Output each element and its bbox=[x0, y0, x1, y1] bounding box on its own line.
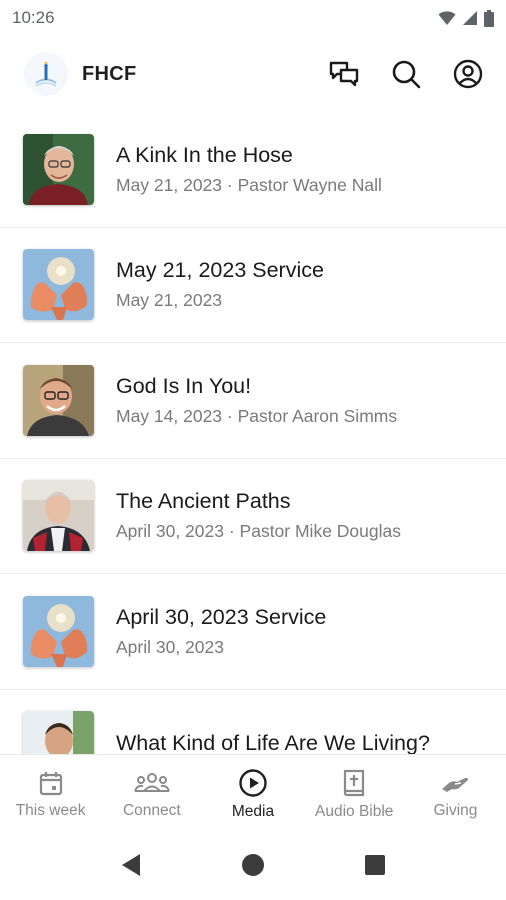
open-hands-light-photo bbox=[23, 249, 94, 321]
media-list-item[interactable]: April 30, 2023 Service April 30, 2023 bbox=[0, 574, 506, 690]
bible-icon bbox=[344, 769, 365, 797]
account-button[interactable] bbox=[448, 54, 488, 94]
battery-icon bbox=[484, 9, 494, 27]
account-circle-icon bbox=[453, 59, 483, 89]
signal-icon bbox=[463, 11, 477, 25]
item-title: April 30, 2023 Service bbox=[116, 604, 327, 629]
man-preaching-photo bbox=[23, 480, 94, 552]
media-list-item[interactable]: May 21, 2023 Service May 21, 2023 bbox=[0, 228, 506, 343]
status-time: 10:26 bbox=[12, 8, 55, 27]
sermon-thumbnail bbox=[23, 711, 94, 754]
nav-connect[interactable]: Connect bbox=[101, 755, 202, 834]
play-circle-icon bbox=[239, 769, 267, 797]
man-glasses-red-shirt-photo bbox=[23, 133, 94, 205]
sermon-thumbnail bbox=[23, 133, 94, 205]
system-recents-button[interactable] bbox=[364, 854, 386, 881]
status-bar: 10:26 bbox=[0, 0, 506, 36]
system-home-button[interactable] bbox=[241, 853, 265, 882]
nav-label: Media bbox=[231, 803, 275, 820]
recents-square-icon bbox=[365, 854, 386, 875]
wifi-icon bbox=[438, 11, 456, 25]
smiling-man-glasses-photo bbox=[23, 364, 94, 436]
media-list-item[interactable]: What Kind of Life Are We Living? bbox=[0, 690, 506, 754]
nav-label: Connect bbox=[122, 802, 181, 819]
media-list-item[interactable]: God Is In You! May 14, 2023 · Pastor Aar… bbox=[0, 343, 506, 459]
man-portrait-photo bbox=[23, 711, 94, 754]
media-list: A Kink In the Hose May 21, 2023 · Pastor… bbox=[0, 112, 506, 754]
nav-media[interactable]: Media bbox=[202, 755, 303, 834]
nav-giving[interactable]: Giving bbox=[405, 755, 506, 834]
sermon-thumbnail bbox=[23, 364, 94, 436]
nav-label: This week bbox=[15, 802, 86, 819]
item-subtitle: April 30, 2023 · Pastor Mike Douglas bbox=[116, 521, 401, 542]
calendar-icon bbox=[39, 772, 62, 796]
group-icon bbox=[133, 773, 170, 792]
giving-hand-icon bbox=[442, 777, 469, 792]
home-circle-icon bbox=[241, 853, 264, 876]
system-navigation-bar bbox=[0, 834, 506, 900]
nav-this-week[interactable]: This week bbox=[0, 755, 101, 834]
search-button[interactable] bbox=[386, 54, 426, 94]
sermon-thumbnail bbox=[23, 480, 94, 552]
chat-icon bbox=[329, 61, 359, 87]
back-triangle-icon bbox=[121, 853, 140, 876]
app-bar: FHCF bbox=[0, 36, 506, 112]
app-actions bbox=[324, 54, 488, 94]
chat-button[interactable] bbox=[324, 54, 364, 94]
media-list-item[interactable]: A Kink In the Hose May 21, 2023 · Pastor… bbox=[0, 112, 506, 228]
item-subtitle: May 14, 2023 · Pastor Aaron Simms bbox=[116, 405, 398, 426]
nav-audio-bible[interactable]: Audio Bible bbox=[304, 755, 405, 834]
item-title: May 21, 2023 Service bbox=[116, 258, 324, 283]
item-title: The Ancient Paths bbox=[116, 489, 291, 514]
media-list-item[interactable]: The Ancient Paths April 30, 2023 · Pasto… bbox=[0, 459, 506, 574]
bottom-navigation: This week Connect Media Audio Bible Givi… bbox=[0, 754, 506, 834]
church-logo[interactable] bbox=[24, 52, 68, 96]
nav-label: Giving bbox=[433, 802, 478, 819]
item-subtitle: April 30, 2023 bbox=[116, 636, 224, 657]
item-title: A Kink In the Hose bbox=[116, 142, 293, 167]
service-thumbnail bbox=[23, 249, 94, 321]
app-title: FHCF bbox=[82, 62, 137, 85]
item-subtitle: May 21, 2023 bbox=[116, 290, 223, 311]
item-title: God Is In You! bbox=[116, 373, 252, 398]
status-icons bbox=[438, 9, 494, 27]
item-title: What Kind of Life Are We Living? bbox=[116, 730, 430, 754]
lighthouse-logo-icon bbox=[35, 61, 57, 87]
nav-label: Audio Bible bbox=[315, 803, 394, 820]
item-subtitle: May 21, 2023 · Pastor Wayne Nall bbox=[116, 174, 382, 195]
search-icon bbox=[392, 60, 421, 89]
system-back-button[interactable] bbox=[120, 853, 142, 882]
service-thumbnail bbox=[23, 595, 94, 667]
open-hands-light-photo bbox=[23, 595, 94, 667]
